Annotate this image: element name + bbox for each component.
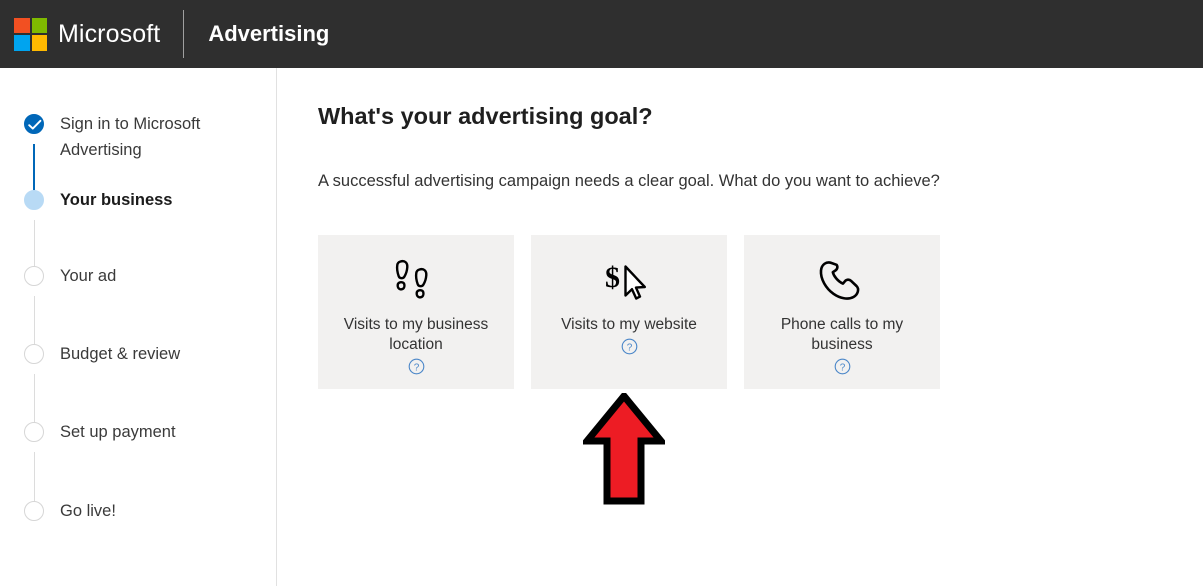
svg-text:?: ? [626, 342, 632, 353]
step-marker-completed [24, 114, 46, 136]
wizard-stepper-sidebar: Sign in to Microsoft Advertising Your bu… [0, 68, 277, 586]
microsoft-logo-group[interactable]: Microsoft [14, 17, 161, 51]
goal-card-label-business-location: Visits to my business location [343, 316, 489, 353]
goal-card-label-phone-calls: Phone calls to my business [780, 316, 904, 353]
microsoft-squares-logo-icon [14, 17, 47, 51]
sidebar-step-your-ad[interactable]: Your ad [0, 266, 277, 289]
question-circle-icon[interactable]: ? [621, 338, 638, 355]
goal-card-phone-calls[interactable]: Phone calls to my business ? [744, 235, 940, 389]
empty-circle-icon [24, 344, 44, 364]
step-marker-upcoming-6 [24, 501, 46, 523]
question-circle-glyph: ? [408, 358, 424, 375]
step-marker-upcoming-3 [24, 266, 46, 288]
logo-square-yellow [31, 35, 47, 51]
check-icon [24, 114, 44, 134]
question-circle-icon[interactable]: ? [408, 358, 425, 375]
red-up-arrow-glyph [579, 390, 669, 505]
footsteps-glyph [395, 259, 428, 299]
goal-card-list: Visits to my business location ? $ Visit… [318, 235, 940, 389]
filled-dot-icon [24, 190, 44, 210]
sidebar-step-label-budget-review: Budget & review [60, 345, 181, 363]
phone-handset-icon [815, 255, 869, 307]
step-marker-upcoming-4 [24, 344, 46, 366]
goal-card-label-website-visits: Visits to my website [561, 316, 697, 333]
sidebar-step-label-your-business: Your business [60, 191, 173, 209]
sidebar-step-label-set-up-payment: Set up payment [60, 423, 176, 441]
sidebar-step-go-live[interactable]: Go live! [0, 501, 277, 524]
question-circle-icon[interactable]: ? [834, 358, 851, 375]
red-up-arrow-annotation-icon [579, 390, 669, 505]
logo-square-blue [14, 35, 30, 51]
svg-text:?: ? [413, 362, 419, 373]
svg-text:?: ? [839, 362, 845, 373]
step-marker-current [24, 190, 46, 212]
dollar-cursor-glyph: $ [605, 261, 646, 300]
page-title: What's your advertising goal? [318, 103, 653, 129]
footsteps-icon [394, 255, 438, 307]
logo-square-green [31, 17, 47, 33]
empty-circle-icon [24, 266, 44, 286]
dollar-cursor-icon: $ [603, 255, 655, 307]
product-name: Advertising [208, 21, 330, 46]
logo-square-red [14, 17, 30, 33]
step-marker-upcoming-5 [24, 422, 46, 444]
app-header: Microsoft Advertising [0, 0, 1203, 68]
goal-card-business-location[interactable]: Visits to my business location ? [318, 235, 514, 389]
question-circle-glyph: ? [621, 338, 637, 355]
sidebar-step-label-your-ad: Your ad [60, 267, 117, 285]
empty-circle-icon [24, 422, 44, 442]
sidebar-step-your-business[interactable]: Your business [0, 190, 277, 213]
goal-card-website-visits[interactable]: $ Visits to my website ? [531, 235, 727, 389]
sidebar-step-label-go-live: Go live! [60, 502, 116, 520]
sidebar-step-sign-in[interactable]: Sign in to Microsoft Advertising [0, 114, 277, 163]
sidebar-step-budget-review[interactable]: Budget & review [0, 344, 277, 367]
phone-handset-glyph [819, 261, 860, 300]
question-circle-glyph: ? [834, 358, 850, 375]
empty-circle-icon [24, 501, 44, 521]
microsoft-wordmark: Microsoft [58, 19, 161, 48]
sidebar-step-label-sign-in: Sign in to Microsoft Advertising [60, 115, 201, 159]
svg-text:$: $ [605, 261, 620, 294]
main-content: What's your advertising goal? A successf… [278, 68, 1203, 586]
header-divider [183, 10, 185, 58]
page-subtitle: A successful advertising campaign needs … [318, 172, 940, 190]
sidebar-step-set-up-payment[interactable]: Set up payment [0, 422, 277, 445]
check-glyph [28, 119, 42, 130]
